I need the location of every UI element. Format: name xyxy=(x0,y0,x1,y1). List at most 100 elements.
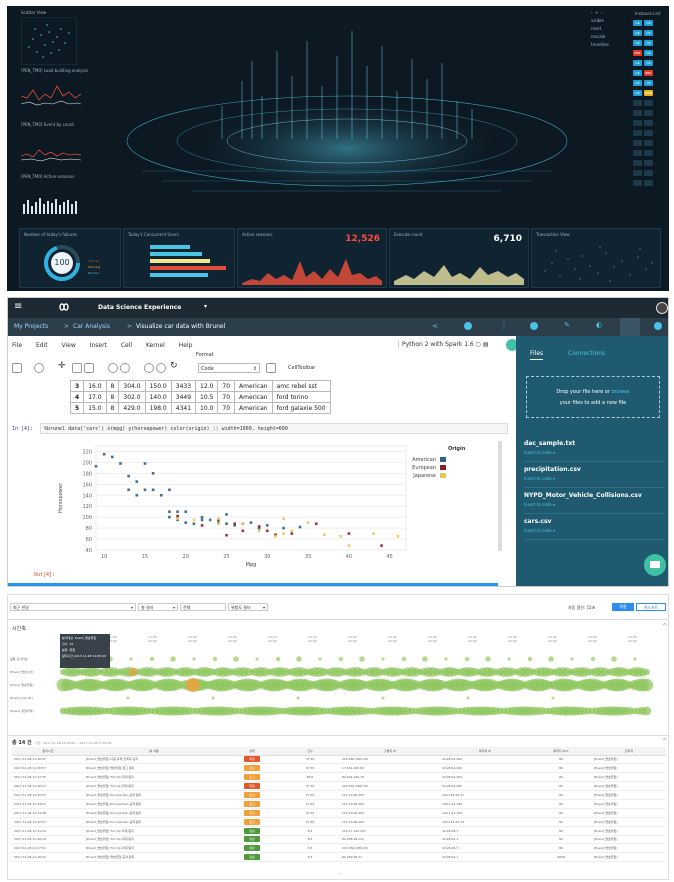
legend-item-0[interactable]: visible xyxy=(591,18,631,23)
event-bubble[interactable] xyxy=(548,656,554,662)
table-row[interactable]: 2017-11-28 11:34:57 [Event_명호위험] 0Q injec… xyxy=(12,799,666,809)
kernel-indicator[interactable]: Python 2 with Spark 1.6 ○ ▤ xyxy=(398,341,488,348)
event-bubble[interactable] xyxy=(640,678,654,692)
add-cell-icon[interactable] xyxy=(34,363,44,373)
menu-edit[interactable]: Edit xyxy=(36,342,48,349)
column-header[interactable]: 탐지시간 xyxy=(12,747,84,756)
event-bubble[interactable] xyxy=(129,668,137,676)
table-row[interactable]: 2017-11-28 11:28:18 [Event_명호위험] Tim Up 최… xyxy=(12,835,666,845)
legend-item-2[interactable]: rescale xyxy=(591,34,631,39)
share-icon[interactable]: ⋖ xyxy=(432,322,438,330)
table-row[interactable]: 2017-11-28 11:26:37 [Event_명호위험] 명호위험 공격 … xyxy=(12,852,666,863)
event-bubble[interactable] xyxy=(212,656,218,662)
event-bubble[interactable] xyxy=(507,657,511,661)
event-bubble[interactable] xyxy=(643,668,650,676)
cell-type-select[interactable]: Code ⇕ xyxy=(198,363,260,373)
table-row[interactable]: 2017-11-28 11:36:27 [Event_명호위험] Tim Up 최… xyxy=(12,781,666,792)
event-bubble[interactable] xyxy=(464,656,470,662)
event-bubble[interactable] xyxy=(466,696,470,700)
export-button[interactable]: 엑스포트 xyxy=(636,603,666,611)
status-tile[interactable]: OK xyxy=(633,80,642,86)
status-tile[interactable]: ERR xyxy=(633,50,642,56)
cut-icon[interactable] xyxy=(72,363,82,373)
status-tile[interactable]: OK xyxy=(633,60,642,66)
table-row[interactable]: 2017-11-28 11:37:35 [Event_명호위험] Tim Up 최… xyxy=(12,772,666,783)
table-row[interactable]: 2017-11-28 11:35:37 [Event_명호위험] 0Q injec… xyxy=(12,790,666,800)
breadcrumb-projects[interactable]: My Projects xyxy=(14,323,48,330)
column-header[interactable]: 룰 이름 xyxy=(84,747,224,756)
status-tile[interactable]: OK xyxy=(644,50,653,56)
event-bubble[interactable] xyxy=(551,696,555,700)
event-bubble[interactable] xyxy=(401,656,407,662)
insert-to-code-link[interactable]: Insert to code ▾ xyxy=(524,502,664,507)
event-bubble[interactable] xyxy=(186,678,200,692)
table-row[interactable]: 2017-11-28 11:48:47 [Event_명호위험] 다중 유해 트래… xyxy=(12,755,666,765)
status-tile[interactable]: ERR xyxy=(644,70,653,76)
event-bubble[interactable] xyxy=(126,696,130,700)
event-bubble[interactable] xyxy=(296,656,302,662)
menu-help[interactable]: Help xyxy=(179,342,193,349)
celltoolbar-label[interactable]: CellToolbar xyxy=(288,365,315,371)
drop-zone[interactable]: Drop your file here or browse your files… xyxy=(526,376,660,418)
stop-icon[interactable] xyxy=(156,363,166,373)
breadcrumb-car-analysis[interactable]: Car Analysis xyxy=(73,323,110,330)
collapse-icon[interactable]: ^ xyxy=(662,738,667,745)
event-bubble[interactable] xyxy=(129,657,133,661)
event-bubble[interactable] xyxy=(296,696,300,700)
event-bubble[interactable] xyxy=(170,656,176,662)
risk-filter-select[interactable]: 위험도 필터 ▾ xyxy=(228,603,268,611)
chat-icon[interactable] xyxy=(644,554,666,576)
palette-icon[interactable]: ◐ xyxy=(596,321,602,329)
scope-select[interactable]: 전체 xyxy=(180,603,226,611)
column-header[interactable]: 상태 xyxy=(224,747,280,756)
legend-item-1[interactable]: reset xyxy=(591,26,631,31)
status-tile[interactable]: OK xyxy=(633,90,642,96)
column-header[interactable]: 건수 xyxy=(280,747,340,756)
event-bubble[interactable] xyxy=(590,656,596,662)
collapse-icon[interactable]: ^ xyxy=(662,623,667,630)
scrollbar[interactable] xyxy=(498,441,502,551)
info-icon[interactable] xyxy=(464,322,472,330)
copy-icon[interactable] xyxy=(84,363,94,373)
column-header[interactable]: 목적지 IP xyxy=(440,747,530,756)
status-tile[interactable]: OK xyxy=(633,20,642,26)
event-bubble[interactable] xyxy=(338,656,344,662)
column-header[interactable]: 목적지 Port xyxy=(530,747,592,756)
status-tile[interactable]: OK xyxy=(644,20,653,26)
event-bubble[interactable] xyxy=(255,657,259,661)
event-bubble[interactable] xyxy=(318,657,322,661)
pagination[interactable]: ‹ › xyxy=(338,871,342,876)
file-item[interactable]: cars.csv Insert to code ▾ xyxy=(524,514,664,540)
brush-icon[interactable]: ✎ xyxy=(564,321,570,329)
data-icon[interactable] xyxy=(620,318,640,336)
event-bubble[interactable] xyxy=(422,656,428,662)
status-tile[interactable]: OK xyxy=(644,30,653,36)
browse-link[interactable]: browse xyxy=(612,389,630,395)
insert-to-code-link[interactable]: Insert to code ▾ xyxy=(524,476,664,481)
column-header[interactable]: 출발지 IP xyxy=(340,747,440,756)
table-row[interactable]: 2017-11-28 11:27:51 [Event_명호위험] Tim Up 최… xyxy=(12,843,666,854)
restart-icon[interactable]: ↻ xyxy=(170,361,178,371)
event-bubble[interactable] xyxy=(359,656,365,662)
check-icon[interactable] xyxy=(654,322,662,330)
save-icon[interactable] xyxy=(12,363,22,373)
move-icon[interactable]: ✛ xyxy=(58,361,66,371)
status-tile[interactable]: OK xyxy=(644,80,653,86)
status-tile[interactable]: OK xyxy=(633,70,642,76)
code-cell[interactable]: %brunel data('cars') x(mpg) y(horsepower… xyxy=(40,423,508,434)
event-bubble[interactable] xyxy=(444,657,448,661)
event-bubble[interactable] xyxy=(381,696,385,700)
avatar[interactable] xyxy=(656,302,668,314)
event-bubble[interactable] xyxy=(570,657,574,661)
event-bubble[interactable] xyxy=(611,656,617,662)
move-down-icon[interactable] xyxy=(120,363,130,373)
files-tab[interactable]: Files xyxy=(530,350,544,360)
move-up-icon[interactable] xyxy=(108,363,118,373)
legend-item-3[interactable]: trendline xyxy=(591,42,631,47)
chevron-down-icon[interactable]: ▾ xyxy=(204,303,207,310)
menu-cell[interactable]: Cell xyxy=(121,342,132,349)
file-item[interactable]: precipitation.csv Insert to code ▾ xyxy=(524,462,664,488)
keyboard-icon[interactable] xyxy=(266,363,276,373)
event-bubble[interactable] xyxy=(633,657,637,661)
insert-to-code-link[interactable]: Insert to code ▾ xyxy=(524,528,664,533)
